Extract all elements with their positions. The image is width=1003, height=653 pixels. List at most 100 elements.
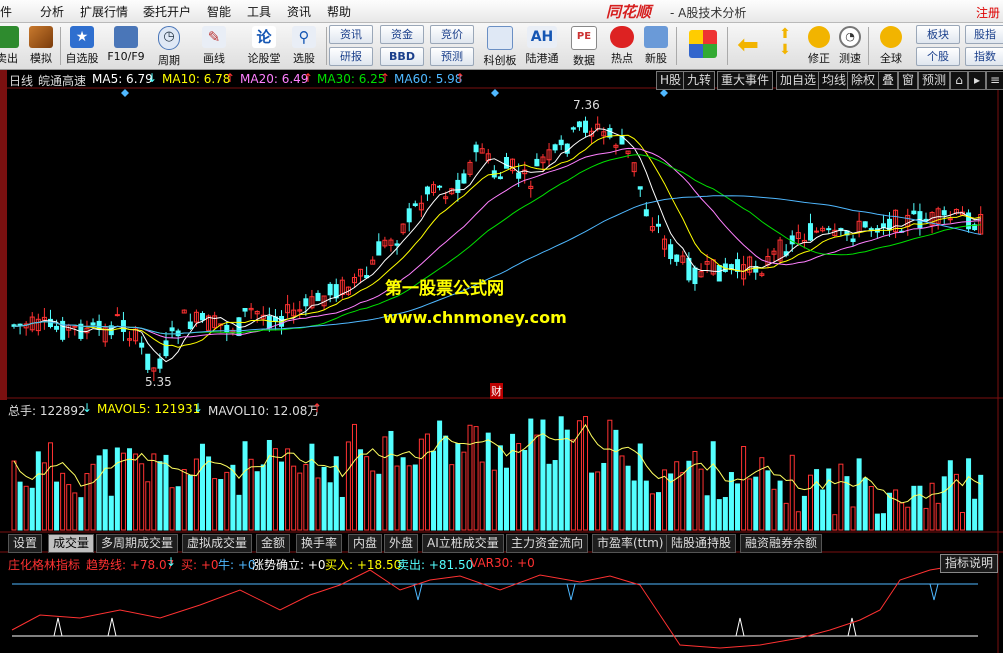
candle-down <box>303 298 309 307</box>
candle-down <box>424 186 430 195</box>
indicator-explain-button[interactable]: 指标说明 <box>940 554 998 573</box>
tab-amount[interactable]: 金额 <box>256 534 291 553</box>
hk-connect-button[interactable]: AH 陆港通 <box>522 25 562 67</box>
forecast-small-button[interactable]: 预测 <box>430 47 474 66</box>
individual-stock-small-button[interactable]: 个股 <box>916 47 960 66</box>
tab-pe-ttm[interactable]: 市盈率(ttm) <box>592 534 669 553</box>
global-button[interactable]: 全球 <box>872 25 910 67</box>
star-market-button[interactable]: 科创板 <box>479 25 521 67</box>
candle-up <box>947 218 953 221</box>
volume-bar <box>832 514 838 531</box>
menu-item-trade[interactable]: 委托开户 <box>143 3 191 20</box>
ah-icon: AH <box>527 26 557 48</box>
volume-bar <box>96 455 102 531</box>
volume-bar <box>522 450 528 531</box>
register-link[interactable]: 注册 <box>976 4 1000 21</box>
overlay-button[interactable]: 叠 <box>878 71 899 90</box>
candle-up <box>814 230 820 233</box>
hotspot-button[interactable]: 热点 <box>603 25 641 67</box>
menu-item-news[interactable]: 资讯 <box>287 3 311 20</box>
nine-turn-button[interactable]: 九转 <box>683 71 716 90</box>
volume-bar <box>795 511 801 531</box>
layout-button[interactable] <box>682 25 724 67</box>
indicator-buyin: 买入: +18.50 <box>325 558 402 572</box>
research-small-button[interactable]: 研报 <box>329 47 373 66</box>
bidding-small-button[interactable]: 竞价 <box>430 25 474 44</box>
tab-ai-volume[interactable]: AI立桩成交量 <box>422 534 504 553</box>
candle-down <box>54 325 60 330</box>
volume-bar <box>601 462 607 531</box>
candle-down <box>461 173 467 184</box>
index-small-button[interactable]: 指数 <box>965 47 1003 66</box>
volume-bar <box>692 450 698 531</box>
back-button[interactable]: ⬅ <box>730 25 766 67</box>
menu-item-tools[interactable]: 工具 <box>247 3 271 20</box>
menu-item-analysis[interactable]: 分析 <box>40 3 64 20</box>
moving-average-button[interactable]: 均线 <box>818 71 851 90</box>
candle-down <box>807 223 813 241</box>
candle-down <box>315 292 321 302</box>
ma30-value: MA30: 6.25 <box>317 72 386 86</box>
star-market-icon <box>487 26 513 50</box>
period-button[interactable]: ◷ 周期 <box>150 25 188 67</box>
candle-down <box>266 315 272 329</box>
major-events-button[interactable]: 重大事件 <box>717 71 774 90</box>
data-button[interactable]: PE 数据 <box>565 25 603 67</box>
window-button[interactable]: 窗 <box>898 71 919 90</box>
tab-main-capital-flow[interactable]: 主力资金流向 <box>506 534 589 553</box>
draw-line-button[interactable]: ✎ 画线 <box>195 25 233 67</box>
panel-toggle-icon[interactable]: ▸ <box>968 71 986 90</box>
ex-rights-button[interactable]: 除权 <box>847 71 880 90</box>
tab-inner-volume[interactable]: 内盘 <box>348 534 383 553</box>
sector-small-button[interactable]: 板块 <box>916 25 960 44</box>
tab-virtual-volume[interactable]: 虚拟成交量 <box>182 534 253 553</box>
tab-settings[interactable]: 设置 <box>8 534 43 553</box>
menu-item-extended-quotes[interactable]: 扩展行情 <box>80 3 128 20</box>
index-futures-small-button[interactable]: 股指 <box>965 25 1003 44</box>
volume-bar <box>868 486 874 531</box>
toolbar-divider <box>676 27 677 65</box>
candle-down <box>169 327 175 332</box>
simulate-button[interactable]: 模拟 <box>22 25 60 67</box>
select-stock-button[interactable]: ⚲ 选股 <box>285 25 323 67</box>
financial-report-marker[interactable]: 财 <box>490 383 503 399</box>
watchlist-button[interactable]: ★ 自选股 <box>62 25 102 67</box>
volume-bar <box>771 488 777 531</box>
app-title: - A股技术分析 <box>670 6 747 20</box>
volume-bar <box>169 487 175 531</box>
up-down-button[interactable]: ⬆ ⬇ <box>770 25 800 67</box>
tab-margin-balance[interactable]: 融资融券余额 <box>740 534 823 553</box>
lock-icon[interactable]: ⌂ <box>950 71 968 90</box>
speed-test-button[interactable]: ◔ 测速 <box>831 25 869 67</box>
f10-button[interactable]: F10/F9 <box>104 25 148 67</box>
news-small-button[interactable]: 资讯 <box>329 25 373 44</box>
add-watchlist-button[interactable]: 加自选 <box>776 71 821 90</box>
h-share-button[interactable]: H股 <box>656 71 686 90</box>
tab-multi-period-volume[interactable]: 多周期成交量 <box>96 534 179 553</box>
volume-bar <box>783 502 789 531</box>
tab-outer-volume[interactable]: 外盘 <box>384 534 419 553</box>
tab-turnover[interactable]: 换手率 <box>296 534 343 553</box>
menu-item-help[interactable]: 帮助 <box>327 3 351 20</box>
new-stock-button[interactable]: 新股 <box>637 25 675 67</box>
volume-bar <box>899 502 905 531</box>
volume-bar <box>254 471 260 531</box>
capital-small-button[interactable]: 资金 <box>380 25 424 44</box>
menu-more-icon[interactable]: ≡ <box>986 71 1003 90</box>
menu-item-partial[interactable]: 件 <box>0 3 12 20</box>
bbd-small-button[interactable]: BBD <box>380 47 424 66</box>
candle-down <box>406 208 412 223</box>
tab-hk-holdings[interactable]: 陆股通持股 <box>666 534 737 553</box>
tab-volume[interactable]: 成交量 <box>48 534 95 553</box>
volume-bar <box>279 461 285 531</box>
menu-item-smart[interactable]: 智能 <box>207 3 231 20</box>
volume-bar <box>485 432 491 531</box>
forecast-button[interactable]: 预测 <box>918 71 951 90</box>
candle-down <box>516 172 522 179</box>
volume-bar <box>412 464 418 531</box>
discuss-button[interactable]: 论论股堂 <box>242 25 286 67</box>
volume-bar <box>364 456 370 531</box>
candle-down <box>394 243 400 246</box>
volume-bar <box>649 493 655 531</box>
chart-area[interactable]: 日线 皖通高速 MA5: 6.79 ↓ MA10: 6.78 ↑ MA20: 6… <box>0 70 1003 653</box>
